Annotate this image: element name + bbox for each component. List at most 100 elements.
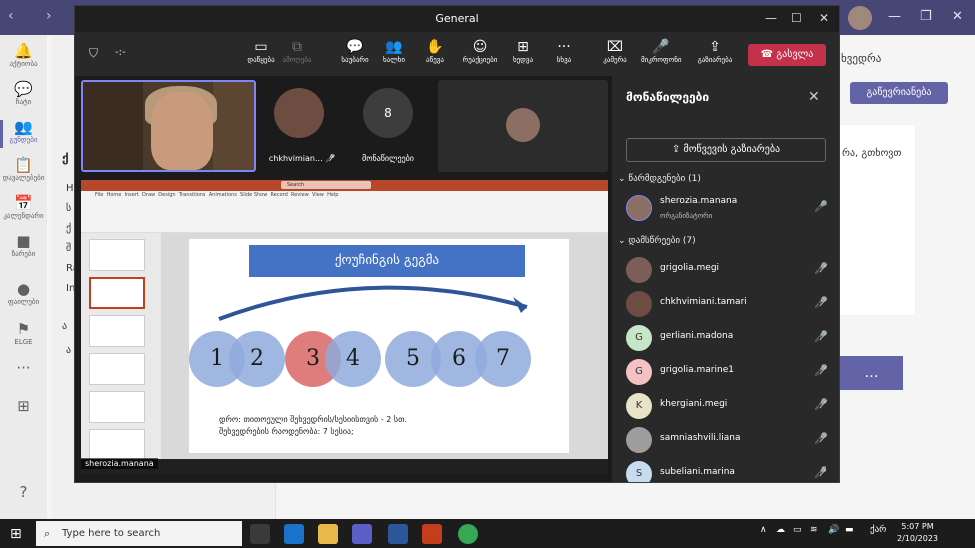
word-icon[interactable] <box>388 524 408 544</box>
tray-network-icon[interactable]: ▭ <box>793 525 802 535</box>
rail-files[interactable]: ● ფაილები <box>0 278 47 314</box>
participant-row[interactable]: Ggerliani.madona 🎤̸ <box>626 321 828 355</box>
chevron-down-icon: ⌄ <box>618 174 626 184</box>
chat-icon: 💬 <box>346 39 364 55</box>
toolbar-more[interactable]: ··· სხვა <box>544 38 584 64</box>
avatar <box>626 195 652 221</box>
toolbar-camera[interactable]: ⌧ კამერა <box>595 38 635 64</box>
edge-icon[interactable] <box>284 524 304 544</box>
toolbar-people[interactable]: 👥 ხალხი <box>374 38 414 64</box>
slide-title: ქოუჩინგის გეგმა <box>249 245 525 277</box>
tray-chevron-icon[interactable]: ∧ <box>760 525 767 535</box>
slide-thumbnail[interactable] <box>89 239 145 271</box>
slide-thumbnail[interactable] <box>89 429 145 461</box>
search-icon: ⌕ <box>44 527 51 540</box>
rail-teams[interactable]: 👥 გუნდები <box>0 116 47 152</box>
task-view-icon[interactable] <box>250 524 270 544</box>
mic-off-icon: 🎤̸ <box>814 432 828 445</box>
bg-more-bar[interactable]: … <box>840 356 903 390</box>
calendar-icon: 📅 <box>14 194 33 212</box>
rail-more[interactable]: ··· <box>0 357 47 393</box>
bg-fragment: ს <box>66 203 72 214</box>
people-icon: 👥 <box>385 39 403 55</box>
more-icon: ··· <box>16 359 31 377</box>
maximize-icon[interactable]: ☐ <box>791 11 802 25</box>
tray-wifi-icon[interactable]: ≋ <box>810 525 818 535</box>
tray-volume-icon[interactable]: 🔊 <box>828 525 839 535</box>
rail-activity[interactable]: 🔔 აქტიობა <box>0 40 47 76</box>
meeting-stage: chkhvimian... 🎤̸ 8 მონაწილეები Search Fi… <box>75 76 612 482</box>
chrome-icon[interactable] <box>458 524 478 544</box>
avatar <box>626 257 652 283</box>
toolbar-popout[interactable]: ⧉ ამოღება <box>277 38 317 64</box>
panel-title: მონაწილეები <box>626 90 710 104</box>
close-icon[interactable]: ✕ <box>819 11 829 25</box>
tray-language[interactable]: ქარ <box>870 525 886 535</box>
toolbar-raise-hand[interactable]: ✋ აწევა <box>415 38 455 64</box>
windows-taskbar: ⊞ ⌕ Type here to search ∧ ☁ ▭ ≋ 🔊 ▬ ქარ 5… <box>0 519 975 548</box>
ppt-slide-thumbnails <box>81 233 161 461</box>
share-invite-button[interactable]: ⇪ მოწვევის გაზიარება <box>626 138 826 162</box>
nav-arrows-icon[interactable]: ‹ › <box>8 8 66 24</box>
toolbar-share[interactable]: ⇪ გაზიარება <box>695 38 735 64</box>
rail-apps[interactable]: ⊞ <box>0 395 47 431</box>
slide-note-count: შეხვედრების რაოდენობა: 7 სესია; <box>219 427 354 436</box>
bookshelf <box>213 82 254 170</box>
join-button[interactable]: გაწევრიანება <box>850 82 948 104</box>
participant-row[interactable]: samniashvili.liana 🎤̸ <box>626 423 828 457</box>
step-circle: 2 <box>229 331 285 387</box>
rail-chat[interactable]: 💬 ჩატი <box>0 78 47 114</box>
participant-row[interactable]: Kkhergiani.megi 🎤̸ <box>626 389 828 423</box>
rail-help[interactable]: ? <box>0 481 47 517</box>
avatar: G <box>626 325 652 351</box>
participant-row[interactable]: grigolia.megi 🎤̸ <box>626 253 828 287</box>
participant-row[interactable]: chkhvimiani.tamari 🎤̸ <box>626 287 828 321</box>
others-count: 8 <box>363 88 413 138</box>
minimize-icon[interactable]: — <box>888 9 901 24</box>
profile-avatar[interactable] <box>848 6 872 30</box>
restore-icon[interactable]: ❐ <box>920 9 932 24</box>
taskbar-search[interactable]: ⌕ Type here to search <box>36 521 242 546</box>
participant-tile[interactable]: chkhvimian... 🎤̸ <box>262 80 342 172</box>
toolbar-view[interactable]: ⊞ ხედვა <box>503 38 543 64</box>
toolbar-reactions[interactable]: ☺ რეაქციები <box>460 38 500 64</box>
ppt-search: Search <box>281 181 371 189</box>
participant-row[interactable]: sherozia.manana ორგანიზატორი 🎤 <box>626 191 828 225</box>
meeting-timer: -:- <box>115 47 126 58</box>
participant-row[interactable]: Ggrigolia.marine1 🎤̸ <box>626 355 828 389</box>
tray-cloud-icon[interactable]: ☁ <box>776 525 785 535</box>
rail-elge[interactable]: ⚑ ELGE <box>0 318 47 354</box>
close-icon[interactable]: ✕ <box>952 9 963 24</box>
presenters-header[interactable]: ⌄ წარმდგენები (1) <box>618 174 701 184</box>
mic-off-icon: 🎤̸ <box>814 330 828 343</box>
toolbar-share-start[interactable]: ▭ დაწყება <box>241 38 281 64</box>
attendees-header[interactable]: ⌄ დამსწრეები (7) <box>618 236 696 246</box>
others-tile[interactable]: 8 მონაწილეები <box>351 80 425 172</box>
toolbar-mic[interactable]: 🎤 მიკროფონი <box>641 38 682 64</box>
rail-calls[interactable]: ■ ზარები <box>0 230 47 266</box>
slide-thumbnail[interactable] <box>89 353 145 385</box>
rail-calendar[interactable]: 📅 კალენდარი <box>0 192 47 228</box>
slide-thumbnail[interactable] <box>89 277 145 309</box>
self-video-tile[interactable] <box>81 80 256 172</box>
file-explorer-icon[interactable] <box>318 524 338 544</box>
slide-thumbnail[interactable] <box>89 391 145 423</box>
minimize-icon[interactable]: — <box>765 11 777 25</box>
powerpoint-icon[interactable] <box>422 524 442 544</box>
mic-off-icon: 🎤̸ <box>814 262 828 275</box>
tray-battery-icon[interactable]: ▬ <box>845 525 854 535</box>
presenter-thumbnail-tile[interactable] <box>438 80 608 172</box>
windows-start-icon[interactable]: ⊞ <box>10 526 22 542</box>
participant-name: chkhvimian... <box>268 154 323 163</box>
participant-row[interactable]: Ssubeliani.marina 🎤̸ <box>626 457 826 482</box>
step-circle: 4 <box>325 331 381 387</box>
taskbar-clock[interactable]: 5:07 PM 2/10/2023 <box>897 521 938 545</box>
mic-off-icon: 🎤̸ <box>814 296 828 309</box>
close-icon[interactable]: ✕ <box>808 89 820 105</box>
leave-button[interactable]: ☎ გასვლა <box>748 44 826 66</box>
slide-thumbnail[interactable] <box>89 315 145 347</box>
rail-assignments[interactable]: 📋 დავალებები <box>0 154 47 190</box>
chat-icon: 💬 <box>14 80 33 98</box>
toolbar-chat[interactable]: 💬 საუბარი <box>335 38 375 64</box>
teams-icon[interactable] <box>352 524 372 544</box>
